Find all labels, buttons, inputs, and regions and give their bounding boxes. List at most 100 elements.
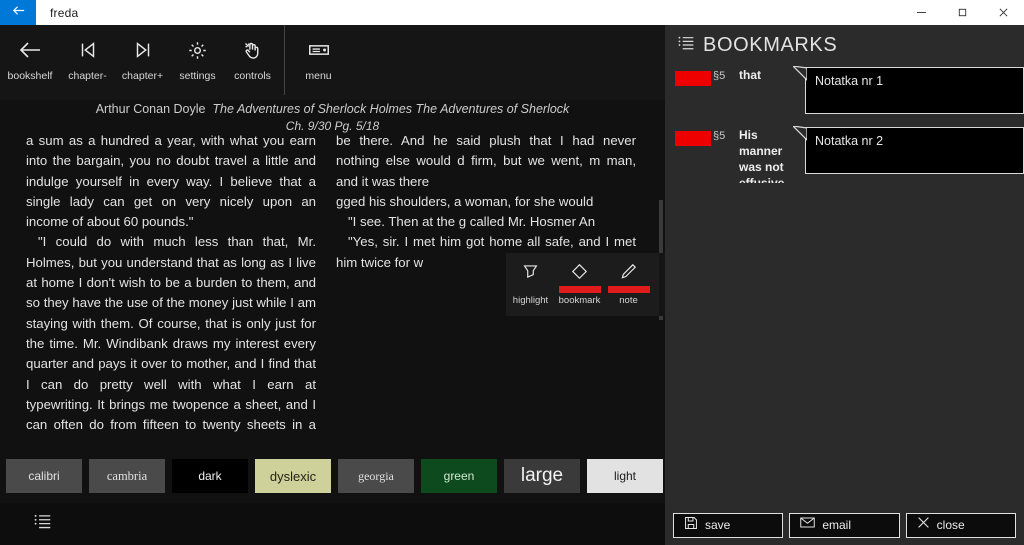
close-button[interactable]: close [905, 512, 1016, 538]
floppy-disk-icon [684, 516, 698, 535]
paragraph: be there. And he said plush that I had n… [336, 133, 636, 189]
bookmarks-panel-header: BOOKMARKS [665, 25, 1024, 57]
theme-label: dark [198, 469, 222, 483]
back-arrow-icon [17, 33, 43, 67]
theme-label: georgia [358, 468, 394, 483]
text-column-left[interactable]: a sum as a hundred a year, with what you… [26, 131, 316, 435]
bookmark-row[interactable]: §5 that Notatka nr 1 [665, 63, 1024, 123]
annotation-popup: highlight bookmark note [506, 253, 665, 316]
close-label: close [936, 518, 965, 532]
theme-button-calibri[interactable]: calibri [6, 459, 82, 493]
callout-tail-icon [791, 125, 808, 144]
toolbar-item-controls[interactable]: controls [225, 25, 280, 82]
gear-icon [187, 33, 208, 67]
annotation-option-highlight[interactable]: highlight [506, 253, 555, 306]
skip-previous-icon [77, 33, 99, 67]
reader-pane: bookshelf chapter- chapter+ settings con… [0, 25, 665, 545]
highlight-color-swatch [510, 286, 552, 293]
list-bookmark-icon [33, 512, 52, 536]
list-bookmark-icon [677, 34, 695, 57]
toolbar-item-chapter-next[interactable]: chapter+ [115, 25, 170, 82]
theme-button-dyslexic[interactable]: dyslexic [255, 459, 331, 493]
theme-button-georgia[interactable]: georgia [338, 459, 414, 493]
close-x-icon [917, 516, 930, 534]
theme-button-green[interactable]: green [421, 459, 497, 493]
window-back-button[interactable] [0, 0, 36, 25]
toolbar-divider [284, 25, 285, 95]
bookmark-note-callout[interactable]: Notatka nr 1 [791, 65, 1024, 114]
toolbar-item-bookshelf[interactable]: bookshelf [0, 25, 60, 82]
bookmark-color-swatch [675, 71, 711, 86]
paragraph: a sum as a hundred a year, with what you… [26, 133, 316, 230]
email-button[interactable]: email [789, 512, 900, 538]
toolbar-item-settings[interactable]: settings [170, 25, 225, 82]
bookmark-note-callout[interactable]: Notatka nr 2 [791, 125, 1024, 174]
bookmark-note-text: Notatka nr 1 [815, 74, 884, 88]
callout-tail-icon [791, 65, 808, 84]
app-body: bookshelf chapter- chapter+ settings con… [0, 25, 1024, 545]
book-author: Arthur Conan Doyle [95, 102, 206, 116]
minimize-button[interactable] [901, 0, 942, 25]
annotation-option-note[interactable]: note [604, 253, 653, 306]
annotation-label: note [619, 295, 638, 306]
envelope-icon [800, 516, 816, 534]
bookmarks-toggle-button[interactable]: bookmarks [18, 512, 67, 545]
bookmarks-list: §5 that Notatka nr 1 §5 His manner was n… [665, 63, 1024, 468]
paragraph: gged his shoulders, a woman, for she wou… [336, 193, 594, 209]
bookmarks-panel: BOOKMARKS §5 that Notatka nr 1 §5 His ma… [665, 25, 1024, 545]
skip-next-icon [132, 33, 154, 67]
toolbar-label: chapter+ [121, 70, 164, 82]
bookmark-row[interactable]: §5 His manner was not effusive. It Notat… [665, 123, 1024, 183]
window-title-bar: freda [0, 0, 1024, 25]
book-title: The Adventures of Sherlock Holmes The Ad… [212, 102, 570, 116]
theme-button-bar: calibri cambria dark dyslexic georgia gr… [0, 458, 665, 494]
theme-label: light [613, 469, 636, 483]
toolbar-label: chapter- [68, 70, 107, 82]
toolbar-label: controls [234, 70, 271, 82]
hand-pointer-icon [242, 33, 263, 67]
bookmark-section: §5 [713, 130, 726, 142]
reader-bottom-bar: bookmarks [0, 503, 665, 545]
theme-button-dark[interactable]: dark [172, 459, 248, 493]
theme-button-cambria[interactable]: cambria [89, 459, 165, 493]
bookmark-color-swatch[interactable] [558, 286, 601, 293]
theme-label: dyslexic [269, 468, 317, 484]
menu-bar-icon [307, 33, 331, 67]
bookmarks-panel-title: BOOKMARKS [703, 34, 838, 56]
theme-label: cambria [106, 468, 148, 483]
maximize-button[interactable] [942, 0, 983, 25]
bookmark-excerpt: that [739, 68, 761, 82]
theme-label: green [443, 469, 475, 483]
close-button[interactable] [983, 0, 1024, 25]
toolbar-label: bookshelf [7, 70, 53, 82]
bookmark-excerpt: His manner was not effusive. It [739, 128, 788, 183]
save-button[interactable]: save [673, 512, 784, 538]
toolbar-item-menu[interactable]: menu [291, 25, 346, 82]
toolbar-item-chapter-prev[interactable]: chapter- [60, 25, 115, 82]
window-controls [901, 0, 1024, 25]
annotation-option-bookmark[interactable]: bookmark [555, 253, 604, 306]
annotation-label: highlight [512, 295, 549, 306]
reader-toolbar: bookshelf chapter- chapter+ settings con… [0, 25, 665, 100]
theme-label: calibri [28, 469, 60, 483]
highlighter-icon [521, 259, 540, 283]
app-title: freda [50, 5, 79, 20]
theme-button-large[interactable]: large [504, 459, 580, 493]
save-label: save [705, 518, 731, 532]
bookmark-section: §5 [713, 70, 726, 82]
bookmark-color-swatch [675, 131, 711, 146]
bookmarks-panel-footer: save email close [665, 505, 1024, 545]
email-label: email [822, 518, 852, 532]
paragraph: "I see. Then at the g called Mr. Hosmer … [348, 214, 596, 230]
theme-button-light[interactable]: light [587, 459, 663, 493]
diamond-bookmark-icon [570, 259, 589, 283]
annotation-label: bookmark [558, 295, 601, 306]
paragraph: "I could do with much less than that, Mr… [26, 234, 316, 433]
back-arrow-icon [11, 3, 26, 23]
book-heading: Arthur Conan Doyle The Adventures of She… [0, 100, 665, 133]
theme-label: large [520, 465, 564, 486]
toolbar-label: settings [179, 70, 216, 82]
note-color-swatch[interactable] [607, 286, 650, 293]
toolbar-label: menu [305, 70, 332, 82]
bookmark-note-text: Notatka nr 2 [815, 134, 884, 148]
